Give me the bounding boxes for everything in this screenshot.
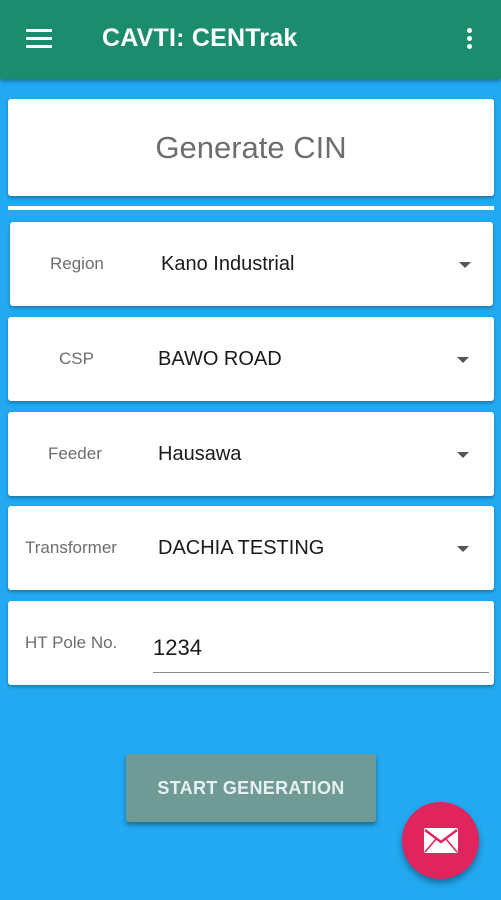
region-dropdown[interactable]: Region Kano Industrial	[10, 222, 493, 306]
app-bar: CAVTI: CENTrak	[0, 0, 501, 79]
transformer-label: Transformer	[25, 538, 117, 557]
page-title: Generate CIN	[155, 130, 347, 165]
chevron-down-icon	[457, 357, 469, 363]
email-fab-button[interactable]	[402, 802, 479, 879]
region-label: Region	[50, 254, 104, 273]
chevron-down-icon	[459, 262, 471, 268]
feeder-value: Hausawa	[158, 443, 242, 465]
app-title: CAVTI: CENTrak	[102, 24, 298, 52]
ht-pole-input[interactable]	[153, 623, 489, 673]
chevron-down-icon	[457, 546, 469, 552]
region-value: Kano Industrial	[161, 253, 295, 275]
title-card: Generate CIN	[8, 99, 494, 196]
hamburger-menu-icon[interactable]	[26, 29, 52, 49]
email-icon	[424, 828, 458, 853]
feeder-label: Feeder	[48, 444, 102, 463]
divider	[8, 206, 494, 210]
csp-label: CSP	[59, 349, 94, 368]
ht-pole-label: HT Pole No.	[25, 633, 118, 652]
ht-pole-card: HT Pole No.	[8, 601, 494, 685]
transformer-dropdown[interactable]: Transformer DACHIA TESTING	[8, 506, 494, 590]
csp-value: BAWO ROAD	[158, 348, 282, 370]
feeder-dropdown[interactable]: Feeder Hausawa	[8, 412, 494, 496]
transformer-value: DACHIA TESTING	[158, 537, 325, 559]
more-options-icon[interactable]	[460, 28, 480, 52]
start-generation-button[interactable]: START GENERATION	[126, 754, 376, 822]
csp-dropdown[interactable]: CSP BAWO ROAD	[8, 317, 494, 401]
chevron-down-icon	[457, 452, 469, 458]
